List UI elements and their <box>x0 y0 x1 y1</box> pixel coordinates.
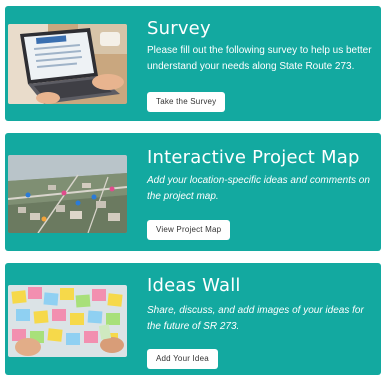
sticky-notes-icon <box>8 285 127 357</box>
card-title: Ideas Wall <box>147 275 241 296</box>
project-map-card: Interactive Project Map Add your locatio… <box>5 133 381 251</box>
survey-card: Survey Please fill out the following sur… <box>5 6 381 121</box>
card-title: Survey <box>147 18 211 39</box>
ideas-wall-card: Ideas Wall Share, discuss, and add image… <box>5 263 381 375</box>
aerial-map-icon <box>8 155 127 233</box>
view-project-map-button[interactable]: View Project Map <box>147 220 231 240</box>
add-your-idea-button[interactable]: Add Your Idea <box>147 349 218 369</box>
card-title: Interactive Project Map <box>147 147 360 168</box>
take-survey-button[interactable]: Take the Survey <box>147 92 226 112</box>
card-description: Add your location-specific ideas and com… <box>147 175 370 202</box>
card-description: Share, discuss, and add images of your i… <box>147 305 364 332</box>
laptop-survey-icon <box>8 24 127 104</box>
card-description: Please fill out the following survey to … <box>147 45 372 72</box>
